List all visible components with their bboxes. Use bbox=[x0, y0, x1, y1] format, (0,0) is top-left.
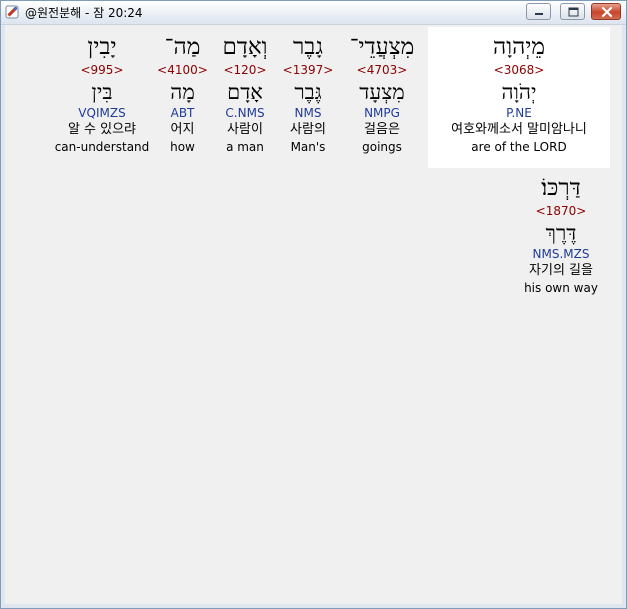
korean-gloss: 어지 bbox=[170, 122, 195, 137]
hebrew-word: מֵיְהוָה bbox=[492, 34, 545, 60]
strong-number: <3068> bbox=[493, 63, 545, 77]
app-icon[interactable] bbox=[4, 4, 20, 20]
korean-gloss: 걸음은 bbox=[364, 122, 400, 137]
strong-number: <4100> bbox=[157, 63, 208, 77]
hebrew-word: מִצְעֲדֵי־ bbox=[349, 34, 415, 60]
minimize-button[interactable] bbox=[526, 3, 551, 20]
english-gloss: are of the LORD bbox=[471, 140, 567, 154]
parse-code: NMS bbox=[294, 106, 322, 120]
parse-code: P.NE bbox=[506, 106, 532, 120]
hebrew-word: יָבִין bbox=[87, 34, 117, 60]
strong-number: <120> bbox=[223, 63, 267, 77]
word-block[interactable]: מֵיְהוָה <3068> יְהֹוָה P.NE 여호와께소서 말미암나… bbox=[430, 33, 608, 155]
interlinear-panel: מֵיְהוָה <3068> יְהֹוָה P.NE 여호와께소서 말미암나… bbox=[5, 25, 622, 604]
parse-code: C.NMS bbox=[225, 106, 265, 120]
parse-code: VQIMZS bbox=[78, 106, 126, 120]
korean-gloss: 사람이 bbox=[227, 122, 263, 137]
strong-number: <1397> bbox=[282, 63, 334, 77]
lemma: גֶּבֶר bbox=[294, 80, 322, 104]
maximize-icon bbox=[568, 7, 579, 17]
word-block[interactable]: גָבֶר <1397> גֶּבֶר NMS 사람의 Man's bbox=[278, 33, 338, 155]
title-bar[interactable]: @원전분해 - 잠 20:24 bbox=[1, 1, 626, 25]
strong-number: <4703> bbox=[356, 63, 408, 77]
close-button[interactable] bbox=[591, 3, 621, 20]
word-block[interactable]: מִצְעֲדֵי־ <4703> מִצְעָד NMPG 걸음은 going… bbox=[340, 33, 424, 155]
window-frame-right[interactable] bbox=[622, 25, 626, 608]
minimize-icon bbox=[535, 13, 543, 15]
hebrew-word: וְאָדָם bbox=[222, 34, 268, 60]
word-block[interactable]: מַה־ <4100> מָה ABT 어지 how bbox=[155, 33, 210, 155]
english-gloss: goings bbox=[362, 140, 402, 154]
parse-code: NMS.MZS bbox=[532, 247, 590, 261]
word-block[interactable]: יָבִין <995> בִּין VQIMZS 알 수 있으랴 can-un… bbox=[53, 33, 151, 155]
lemma: אָדָם bbox=[227, 80, 263, 104]
hebrew-word: מַה־ bbox=[164, 34, 201, 60]
word-block[interactable]: דַּרְכּוֹ׃ <1870> דֶּרֶךְ NMS.MZS 자기의 길을… bbox=[515, 174, 607, 296]
window-title: @원전분해 - 잠 20:24 bbox=[25, 6, 143, 20]
parse-code: ABT bbox=[170, 106, 195, 120]
korean-gloss: 사람의 bbox=[290, 122, 326, 137]
lemma: מִצְעָד bbox=[359, 80, 405, 104]
lemma: מָה bbox=[170, 80, 195, 104]
lemma: יְהֹוָה bbox=[501, 80, 537, 104]
english-gloss: can-understand bbox=[54, 140, 150, 154]
english-gloss: a man bbox=[226, 140, 264, 154]
main-window: @원전분해 - 잠 20:24 מֵיְהוָה <3068> יְהֹוָה bbox=[0, 0, 627, 609]
strong-number: <995> bbox=[80, 63, 124, 77]
korean-gloss: 알 수 있으랴 bbox=[67, 122, 137, 137]
close-icon bbox=[601, 6, 613, 18]
english-gloss: Man's bbox=[290, 140, 326, 154]
korean-gloss: 자기의 길을 bbox=[529, 263, 593, 278]
maximize-button[interactable] bbox=[560, 3, 585, 20]
lemma: בִּין bbox=[91, 80, 113, 104]
strong-number: <1870> bbox=[535, 204, 587, 218]
word-block[interactable]: וְאָדָם <120> אָדָם C.NMS 사람이 a man bbox=[215, 33, 275, 155]
english-gloss: how bbox=[170, 140, 195, 154]
hebrew-word: גָבֶר bbox=[293, 34, 323, 60]
lemma: דֶּרֶךְ bbox=[545, 221, 577, 245]
window-frame-bottom[interactable] bbox=[1, 604, 626, 608]
english-gloss: his own way bbox=[524, 281, 598, 295]
parse-code: NMPG bbox=[364, 106, 400, 120]
hebrew-word: דַּרְכּוֹ׃ bbox=[541, 175, 581, 201]
korean-gloss: 여호와께소서 말미암나니 bbox=[451, 122, 587, 137]
